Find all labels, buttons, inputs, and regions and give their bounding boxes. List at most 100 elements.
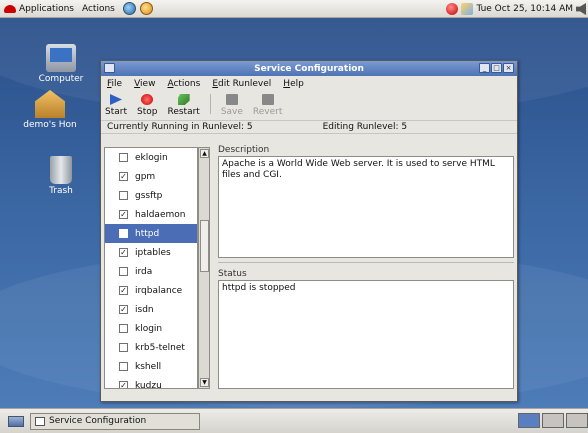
bottom-panel: Service Configuration [0,408,588,433]
service-checkbox[interactable] [119,229,128,238]
desktop-icon-computer[interactable]: Computer [28,44,94,84]
stop-icon [141,94,154,105]
restart-button[interactable]: Restart [167,94,200,117]
service-name: klogin [135,323,163,334]
scroll-up-button[interactable]: ▲ [200,149,209,158]
service-row[interactable]: krb5-telnet [105,338,197,357]
menu-actions[interactable]: Actions [167,79,200,89]
service-row[interactable]: irda [105,262,197,281]
status-label: Status [218,269,247,279]
service-name: haldaemon [135,209,186,220]
service-row[interactable]: ✓ kudzu [105,376,197,389]
service-row[interactable]: gssftp [105,186,197,205]
tray-tools-icon[interactable] [461,3,474,15]
service-row[interactable]: ✓ haldaemon [105,205,197,224]
revert-button[interactable]: Revert [253,94,282,117]
clock[interactable]: Tue Oct 25, 10:14 AM [476,4,573,14]
service-checkbox[interactable]: ✓ [119,210,128,219]
close-button[interactable]: × [503,63,514,73]
service-list[interactable]: eklogin ✓ gpm gssftp ✓ haldaemon httpd ✓ iptable… [104,147,198,389]
service-name: gssftp [135,190,163,201]
desktop-icon-label: Trash [49,186,73,196]
show-desktop-icon[interactable] [8,415,24,427]
scroll-thumb[interactable] [200,220,209,272]
stop-label: Stop [137,107,158,117]
service-row[interactable]: httpd [105,224,197,243]
service-row[interactable]: ✓ gpm [105,167,197,186]
service-checkbox[interactable] [119,324,128,333]
service-checkbox[interactable]: ✓ [119,381,128,388]
revert-label: Revert [252,107,283,117]
service-name: krb5-telnet [135,342,185,353]
pane-divider[interactable] [218,262,514,266]
desktop: Computer demo's Hon Trash Service Config… [0,18,588,408]
actions-menu[interactable]: Actions [82,4,115,14]
service-configuration-window: Service Configuration _ □ × File View Ac… [100,60,518,402]
revert-icon [261,94,274,105]
play-icon [110,94,122,105]
update-alert-icon[interactable] [446,3,459,15]
actions-menu-label: Actions [81,3,115,14]
window-icon [35,416,45,426]
service-row[interactable]: klogin [105,319,197,338]
minimize-button[interactable]: _ [479,63,490,73]
workspace-3[interactable] [566,413,588,428]
service-checkbox[interactable]: ✓ [119,248,128,257]
workspace-2[interactable] [542,413,564,428]
service-row[interactable]: eklogin [105,148,197,167]
service-checkbox[interactable] [119,153,128,162]
window-title: Service Configuration [254,63,364,74]
service-list-scrollbar[interactable]: ▲ ▼ [198,147,210,389]
globe-icon[interactable] [122,2,136,15]
service-checkbox[interactable] [119,191,128,200]
taskbar-label: Service Configuration [49,416,147,426]
service-checkbox[interactable]: ✓ [119,286,128,295]
window-titlebar[interactable]: Service Configuration _ □ × [101,61,517,76]
workspace-1[interactable] [518,413,540,428]
menubar: File View Actions Edit Runlevel Help [101,76,517,91]
status-pane: httpd is stopped [218,280,514,389]
redhat-icon [4,4,16,13]
scroll-down-button[interactable]: ▼ [200,378,209,387]
trash-icon [50,156,72,184]
service-name: irda [135,266,153,277]
workspace-switcher [518,413,588,428]
stop-button[interactable]: Stop [137,94,157,117]
menu-view[interactable]: View [134,79,155,89]
service-name: iptables [135,247,171,258]
description-label: Description [218,145,270,155]
service-name: kudzu [135,380,162,389]
service-checkbox[interactable]: ✓ [119,305,128,314]
computer-icon [46,44,76,72]
window-menu-button[interactable] [104,63,115,73]
restart-icon [177,94,190,105]
service-row[interactable]: ✓ isdn [105,300,197,319]
runlevel-status: Currently Running in Runlevel: 5 Editing… [101,121,517,134]
menu-file[interactable]: File [107,79,122,89]
description-text: Apache is a World Wide Web server. It is… [222,159,495,180]
current-runlevel: Currently Running in Runlevel: 5 [107,122,253,132]
service-checkbox[interactable] [119,362,128,371]
menu-edit-runlevel[interactable]: Edit Runlevel [212,79,271,89]
save-button[interactable]: Save [221,94,243,117]
service-row[interactable]: ✓ irqbalance [105,281,197,300]
desktop-icon-home[interactable]: demo's Hon [12,90,88,130]
applications-menu[interactable]: Applications [4,4,74,14]
menu-help[interactable]: Help [283,79,304,89]
save-label: Save [220,107,243,117]
paint-icon[interactable] [139,2,153,15]
service-checkbox[interactable]: ✓ [119,172,128,181]
desktop-icon-trash[interactable]: Trash [28,156,94,196]
volume-icon[interactable] [576,3,586,15]
maximize-button[interactable]: □ [491,63,502,73]
desktop-icon-label: Computer [38,74,84,84]
taskbar-button-service-configuration[interactable]: Service Configuration [30,412,200,430]
start-button[interactable]: Start [105,94,127,117]
service-checkbox[interactable] [119,267,128,276]
service-checkbox[interactable] [119,343,128,352]
service-row[interactable]: ✓ iptables [105,243,197,262]
applications-menu-label: Applications [19,3,74,14]
home-folder-icon [35,90,65,118]
service-row[interactable]: kshell [105,357,197,376]
service-name: gpm [135,171,156,182]
